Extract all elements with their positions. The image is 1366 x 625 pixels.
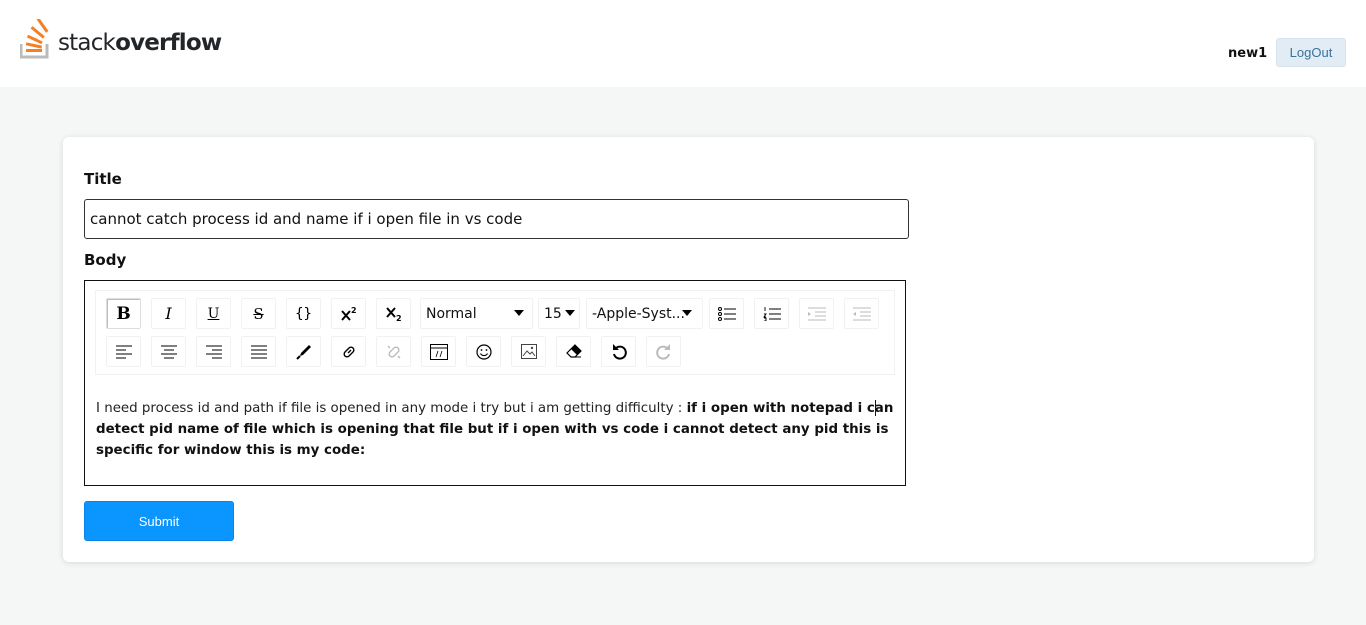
indent-icon <box>807 307 826 320</box>
body-label: Body <box>84 251 127 269</box>
logout-button[interactable]: LogOut <box>1276 38 1346 67</box>
rich-text-editor: B I U S {} 2 2 Normal 15 -Apple-Syst... <box>84 280 906 486</box>
link-button[interactable] <box>331 336 366 367</box>
underline-button[interactable]: U <box>196 298 231 329</box>
align-left-icon <box>115 345 132 358</box>
align-right-icon <box>205 345 222 358</box>
redo-button[interactable] <box>646 336 681 367</box>
undo-button[interactable] <box>601 336 636 367</box>
code-button[interactable]: {} <box>286 298 321 329</box>
align-center-button[interactable] <box>151 336 186 367</box>
editor-content[interactable]: I need process id and path if file is op… <box>96 398 896 461</box>
svg-text:2: 2 <box>351 306 357 315</box>
ordered-list-button[interactable] <box>754 298 789 329</box>
embed-button[interactable] <box>421 336 456 367</box>
align-left-button[interactable] <box>106 336 141 367</box>
link-icon <box>342 345 355 358</box>
undo-icon <box>612 343 627 360</box>
color-picker-button[interactable] <box>286 336 321 367</box>
image-button[interactable] <box>511 336 546 367</box>
block-type-value: Normal <box>426 305 477 322</box>
embed-icon <box>429 343 448 360</box>
align-justify-button[interactable] <box>241 336 276 367</box>
font-size-dropdown[interactable]: 15 <box>538 298 580 329</box>
subscript-button[interactable]: 2 <box>376 298 411 329</box>
logo-text-light: stack <box>58 30 116 56</box>
outdent-button[interactable] <box>844 298 879 329</box>
strikethrough-icon: S <box>253 304 264 323</box>
stack-logo-icon <box>19 17 52 59</box>
bold-icon: B <box>116 303 131 324</box>
redo-icon <box>655 343 670 360</box>
indent-button[interactable] <box>799 298 834 329</box>
chevron-down-icon <box>565 310 575 316</box>
font-family-value: -Apple-Syst... <box>592 305 685 322</box>
code-icon: {} <box>295 305 312 322</box>
unlink-icon <box>387 345 400 358</box>
image-icon <box>520 344 537 359</box>
unordered-list-button[interactable] <box>709 298 744 329</box>
eraser-icon <box>565 344 582 358</box>
chevron-down-icon <box>682 310 692 316</box>
username-label[interactable]: new1 <box>1228 46 1267 61</box>
align-center-icon <box>160 345 177 358</box>
font-size-value: 15 <box>544 305 562 322</box>
ordered-list-icon <box>762 306 781 321</box>
ask-question-card: Title Body B I U S {} 2 2 Normal 15 -App… <box>63 137 1314 562</box>
underline-icon: U <box>207 305 220 322</box>
emoji-icon <box>475 343 492 360</box>
block-type-dropdown[interactable]: Normal <box>420 298 533 329</box>
text-cursor <box>875 400 876 416</box>
superscript-icon: 2 <box>340 306 357 321</box>
logo-text-bold: overflow <box>115 30 222 56</box>
outdent-icon <box>852 307 871 320</box>
superscript-button[interactable]: 2 <box>331 298 366 329</box>
eraser-button[interactable] <box>556 336 591 367</box>
align-justify-icon <box>250 345 267 358</box>
italic-icon: I <box>165 304 172 323</box>
submit-button[interactable]: Submit <box>84 501 234 541</box>
chevron-down-icon <box>514 310 524 316</box>
eyedropper-icon <box>295 344 311 360</box>
unlink-button[interactable] <box>376 336 411 367</box>
svg-text:2: 2 <box>396 314 402 322</box>
body-plain-text: I need process id and path if file is op… <box>96 401 687 416</box>
unordered-list-icon <box>717 306 736 321</box>
title-input[interactable] <box>84 199 909 239</box>
font-family-dropdown[interactable]: -Apple-Syst... <box>586 298 703 329</box>
logo-wordmark: stackoverflow <box>58 30 222 56</box>
align-right-button[interactable] <box>196 336 231 367</box>
emoji-button[interactable] <box>466 336 501 367</box>
subscript-icon: 2 <box>385 306 402 322</box>
top-bar: stackoverflow new1 LogOut <box>0 0 1366 87</box>
editor-toolbar: B I U S {} 2 2 Normal 15 -Apple-Syst... <box>95 290 895 375</box>
stackoverflow-logo[interactable]: stackoverflow <box>19 17 222 59</box>
bold-button[interactable]: B <box>106 298 141 329</box>
italic-button[interactable]: I <box>151 298 186 329</box>
strikethrough-button[interactable]: S <box>241 298 276 329</box>
title-label: Title <box>84 170 122 188</box>
